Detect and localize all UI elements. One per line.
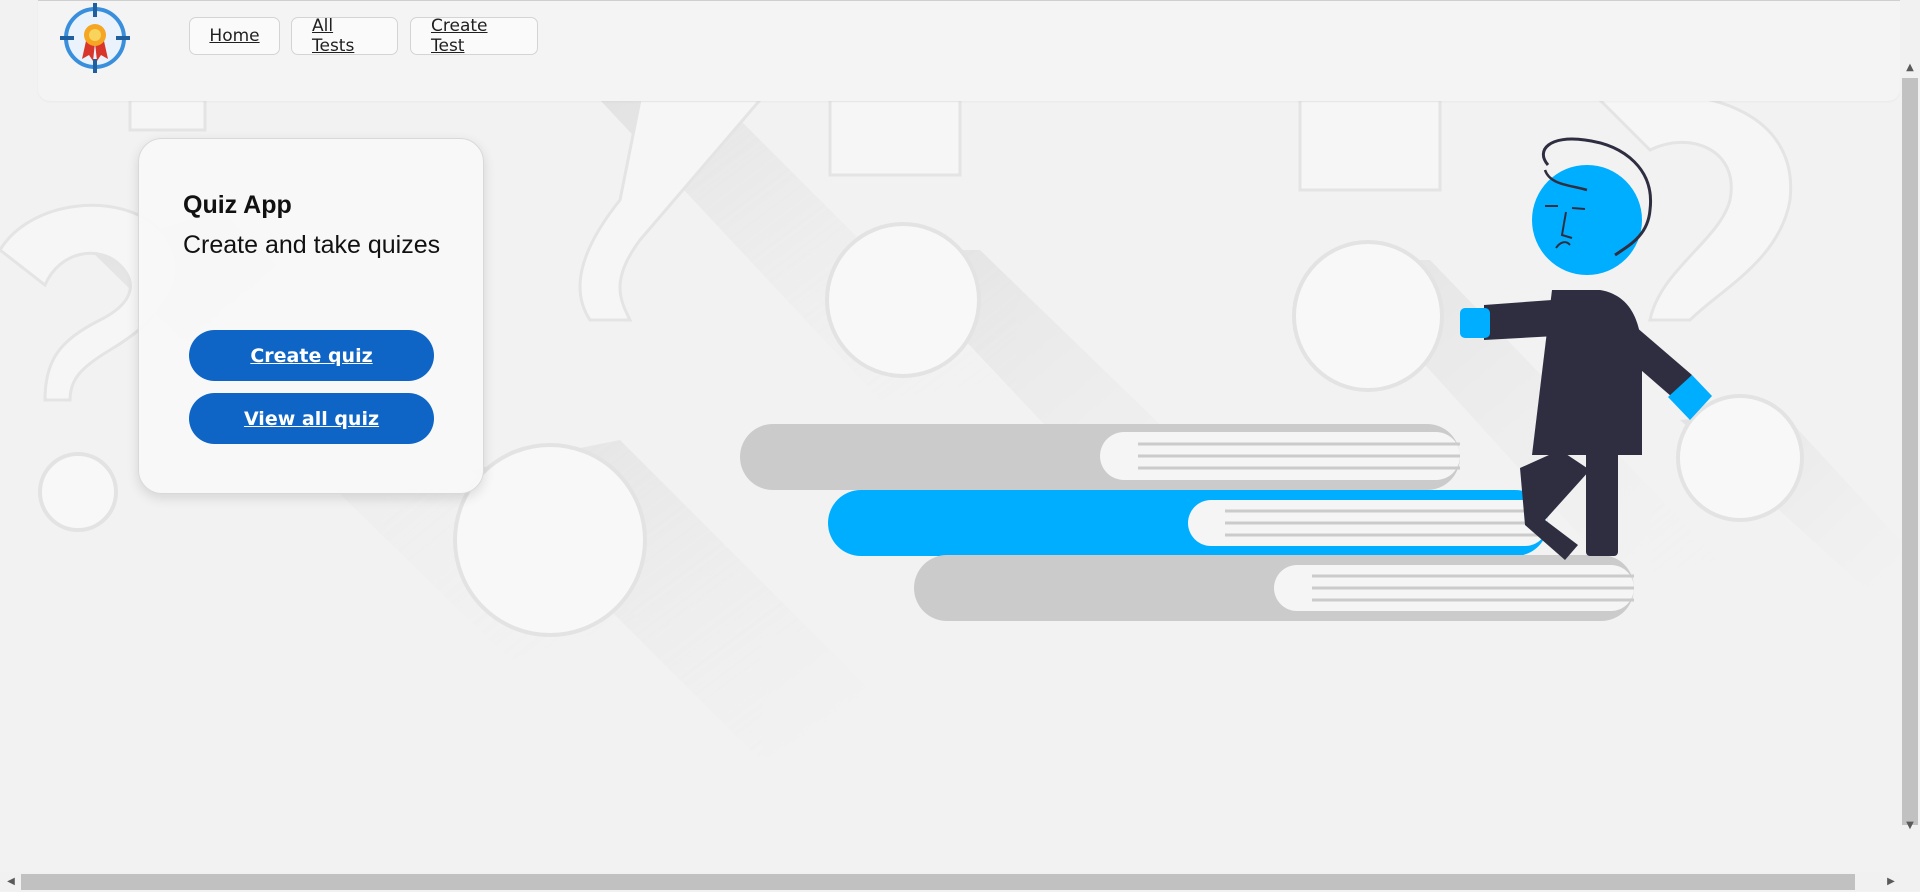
navbar: Home All Tests Create Test — [38, 0, 1900, 101]
nav-home-button[interactable]: Home — [189, 17, 280, 55]
app-title: Quiz App — [183, 191, 292, 219]
arrow-down-icon[interactable]: ▼ — [1903, 821, 1917, 831]
arrow-up-icon[interactable]: ▲ — [1903, 63, 1917, 73]
hero-card: Quiz App Create and take quizes Create q… — [138, 138, 484, 494]
nav-all-tests-button[interactable]: All Tests — [291, 16, 398, 56]
page: Home All Tests Create Test Quiz App Crea… — [0, 0, 1920, 892]
nav-create-test-button[interactable]: Create Test — [410, 16, 538, 56]
create-quiz-button[interactable]: Create quiz — [189, 330, 434, 381]
horizontal-scrollbar-thumb[interactable] — [21, 874, 1855, 890]
arrow-left-icon[interactable]: ◀ — [4, 877, 18, 887]
award-target-icon[interactable] — [60, 3, 130, 73]
view-all-quiz-button[interactable]: View all quiz — [189, 393, 434, 444]
app-subtitle: Create and take quizes — [183, 231, 441, 259]
vertical-scrollbar-thumb[interactable] — [1902, 78, 1918, 825]
arrow-right-icon[interactable]: ▶ — [1884, 877, 1898, 887]
